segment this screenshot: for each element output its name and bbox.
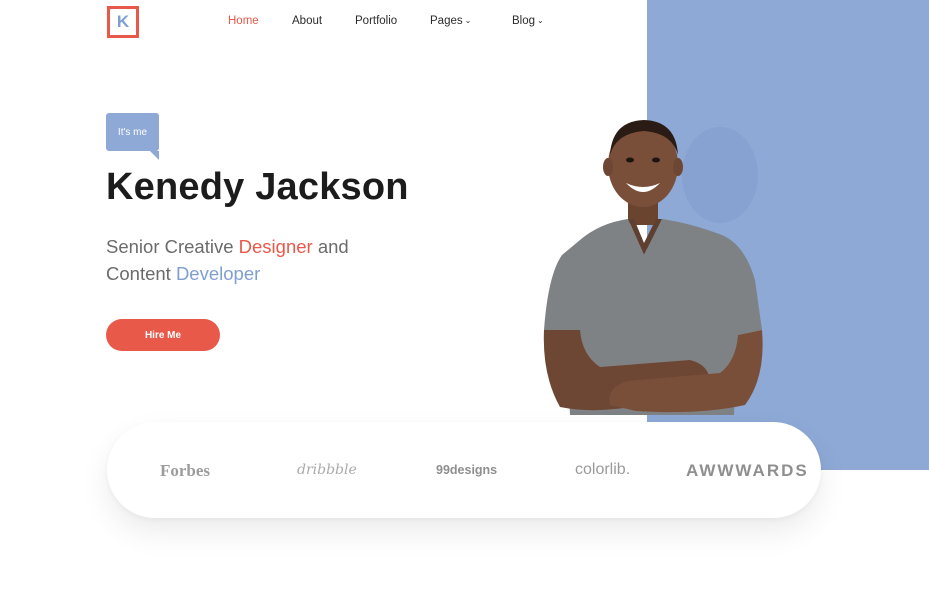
99designs-logo[interactable]: 99designs [436,463,497,477]
client-logos-bar: Forbes dribbble 99designs colorlib. AWWW… [107,422,821,518]
hero-subtitle: Senior Creative Designer and Content Dev… [106,233,349,287]
subtitle-text: and [312,236,349,257]
hire-me-button[interactable]: Hire Me [106,319,220,351]
intro-tag-text: It's me [117,126,148,138]
subtitle-highlight-designer: Designer [238,236,313,257]
profile-photo [543,120,763,415]
awwwards-logo[interactable]: AWWWARDS [686,461,809,481]
nav-item-label: About [292,15,323,27]
colorlib-logo[interactable]: colorlib. [575,461,630,479]
nav-item-label: Portfolio [355,15,398,27]
logo-letter: K [116,12,130,31]
nav-item-about[interactable]: About [292,15,322,27]
site-logo[interactable]: K [107,6,139,38]
forbes-logo[interactable]: Forbes [160,461,210,481]
chevron-down-icon: ⌄ [464,16,472,25]
hero-name: Kenedy Jackson [106,166,409,208]
nav-item-label: Blog [512,15,536,27]
nav-item-home[interactable]: Home [228,15,259,27]
dribbble-logo[interactable]: dribbble [297,462,357,478]
chevron-down-icon: ⌄ [537,16,544,25]
subtitle-text: Senior Creative [106,236,239,257]
nav-item-portfolio[interactable]: Portfolio [355,15,397,27]
nav-item-label: Home [228,15,259,27]
subtitle-highlight-developer: Developer [175,263,261,284]
subtitle-text: Content [106,263,176,284]
nav-item-pages[interactable]: Pages ⌄ [430,15,471,27]
intro-tag-bubble: It's me [106,113,159,160]
nav-item-blog[interactable]: Blog ⌄ [512,15,544,27]
nav-item-label: Pages [430,15,463,27]
